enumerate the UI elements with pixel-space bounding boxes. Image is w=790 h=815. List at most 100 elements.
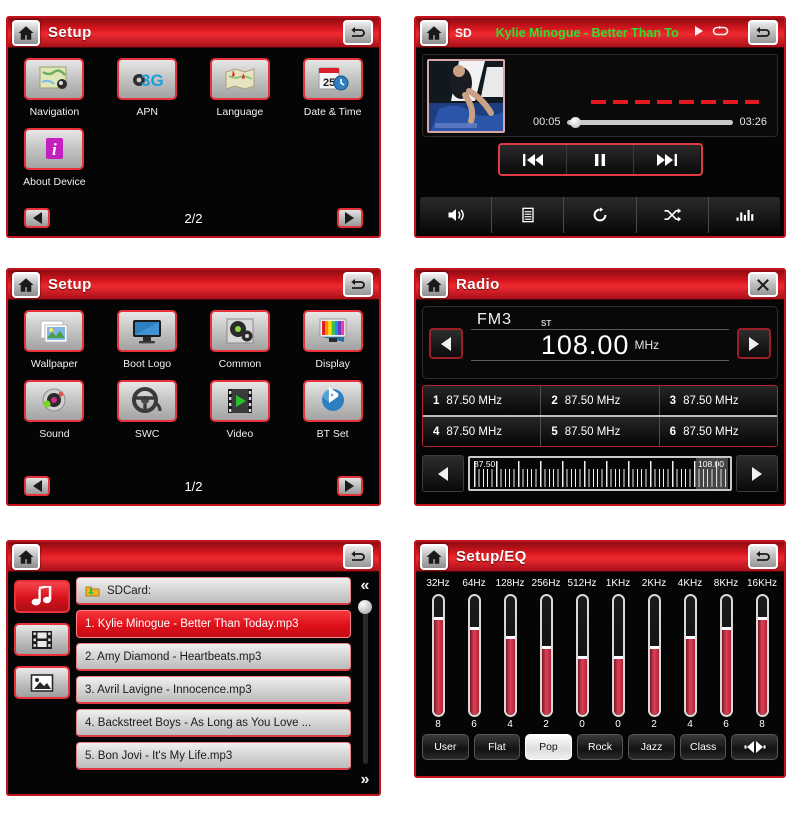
eq-preset-jazz[interactable]: Jazz bbox=[628, 734, 675, 760]
scale-min-label: 87.50 bbox=[474, 459, 496, 469]
tuning-scale[interactable]: 87.50 108.00 bbox=[468, 456, 732, 491]
scale-next-button[interactable] bbox=[736, 455, 778, 492]
video-tab[interactable] bbox=[14, 623, 70, 656]
prev-page-button[interactable] bbox=[24, 476, 50, 496]
volume-button[interactable] bbox=[420, 197, 493, 233]
preset-button-1[interactable]: 1 87.50 MHz bbox=[423, 386, 542, 415]
setup-item-boot-logo[interactable]: Boot Logo bbox=[101, 310, 194, 380]
calendar-clock-icon: 25 bbox=[302, 58, 363, 100]
playlist-button[interactable] bbox=[492, 197, 565, 233]
home-button[interactable] bbox=[420, 19, 448, 46]
photo-tab[interactable] bbox=[14, 666, 70, 699]
setup-item-wallpaper[interactable]: Wallpaper bbox=[8, 310, 101, 380]
back-button[interactable] bbox=[748, 544, 778, 569]
band-value: 6 bbox=[723, 719, 729, 730]
setup-item-about-device[interactable]: i About Device bbox=[8, 128, 101, 198]
band-slider-7[interactable] bbox=[672, 594, 708, 717]
scroll-down-button[interactable]: » bbox=[361, 772, 370, 788]
mute-button[interactable] bbox=[731, 734, 779, 760]
eq-preset-class[interactable]: Class bbox=[679, 734, 727, 760]
slider-track[interactable] bbox=[755, 594, 769, 717]
home-button[interactable] bbox=[12, 19, 40, 46]
shuffle-button[interactable] bbox=[636, 197, 709, 233]
setup-item-display[interactable]: Display bbox=[286, 310, 379, 380]
band-slider-4[interactable] bbox=[564, 594, 600, 717]
preset-button-3[interactable]: 3 87.50 MHz bbox=[659, 386, 777, 415]
slider-track[interactable] bbox=[539, 594, 553, 717]
scrollbar[interactable]: « » bbox=[351, 572, 379, 794]
list-item[interactable]: 5. Bon Jovi - It's My Life.mp3 bbox=[76, 742, 351, 770]
slider-track[interactable] bbox=[431, 594, 445, 717]
setup-item-swc[interactable]: SWC bbox=[101, 380, 194, 450]
list-item[interactable]: 2. Amy Diamond - Heartbeats.mp3 bbox=[76, 643, 351, 671]
band-slider-5[interactable] bbox=[600, 594, 636, 717]
band-slider-2[interactable] bbox=[492, 594, 528, 717]
tune-up-button[interactable] bbox=[737, 328, 771, 359]
equalizer-button[interactable] bbox=[708, 197, 780, 233]
setup-item-common[interactable]: Common bbox=[194, 310, 287, 380]
back-button[interactable] bbox=[343, 20, 373, 45]
seek-thumb[interactable] bbox=[569, 116, 581, 128]
list-item[interactable]: 3. Avril Lavigne - Innocence.mp3 bbox=[76, 676, 351, 704]
list-item[interactable]: 1. Kylie Minogue - Better Than Today.mp3 bbox=[76, 610, 351, 638]
home-button[interactable] bbox=[420, 271, 448, 298]
home-button[interactable] bbox=[12, 543, 40, 570]
scroll-up-button[interactable]: « bbox=[361, 578, 370, 594]
band-slider-0[interactable] bbox=[420, 594, 456, 717]
slider-track[interactable] bbox=[503, 594, 517, 717]
wallpaper-icon bbox=[24, 310, 85, 352]
close-button[interactable] bbox=[748, 272, 778, 297]
setup-item-sound[interactable]: Sound bbox=[8, 380, 101, 450]
scale-prev-button[interactable] bbox=[422, 455, 464, 492]
slider-track[interactable] bbox=[647, 594, 661, 717]
preset-button-4[interactable]: 4 87.50 MHz bbox=[423, 417, 542, 446]
tune-down-button[interactable] bbox=[429, 328, 463, 359]
setup-item-video[interactable]: Video bbox=[194, 380, 287, 450]
back-button[interactable] bbox=[748, 20, 778, 45]
setup-item-language[interactable]: Language bbox=[194, 58, 287, 128]
eq-preset-flat[interactable]: Flat bbox=[473, 734, 521, 760]
titlebar: SD Kylie Minogue - Better Than To bbox=[416, 18, 784, 48]
preset-button-2[interactable]: 2 87.50 MHz bbox=[541, 386, 660, 415]
list-item[interactable]: 4. Backstreet Boys - As Long as You Love… bbox=[76, 709, 351, 737]
pause-button[interactable] bbox=[566, 145, 635, 174]
setup-item-bt-set[interactable]: BT Set bbox=[286, 380, 379, 450]
setup-item-apn[interactable]: 3G APN bbox=[101, 58, 194, 128]
home-button[interactable] bbox=[420, 543, 448, 570]
eq-preset-pop[interactable]: Pop bbox=[525, 734, 572, 760]
path-row[interactable]: SDCard: bbox=[76, 577, 351, 605]
setup-item-label: About Device bbox=[23, 176, 86, 188]
scrollbar-thumb[interactable] bbox=[358, 600, 372, 614]
slider-track[interactable] bbox=[683, 594, 697, 717]
setup-item-navigation[interactable]: Navigation bbox=[8, 58, 101, 128]
band-slider-9[interactable] bbox=[744, 594, 780, 717]
home-button[interactable] bbox=[12, 271, 40, 298]
eq-preset-rock[interactable]: Rock bbox=[576, 734, 624, 760]
setup-item-datetime[interactable]: 25 Date & Time bbox=[286, 58, 379, 128]
previous-track-button[interactable] bbox=[499, 145, 567, 174]
band-slider-3[interactable] bbox=[528, 594, 564, 717]
next-track-button[interactable] bbox=[634, 145, 701, 174]
band-slider-8[interactable] bbox=[708, 594, 744, 717]
band-slider-6[interactable] bbox=[636, 594, 672, 717]
stereo-indicator: ST bbox=[541, 319, 552, 328]
preset-button-6[interactable]: 6 87.50 MHz bbox=[659, 417, 777, 446]
music-tab[interactable] bbox=[14, 580, 70, 613]
slider-track[interactable] bbox=[467, 594, 481, 717]
next-page-button[interactable] bbox=[336, 208, 363, 228]
repeat-button[interactable] bbox=[564, 197, 637, 233]
slider-track[interactable] bbox=[719, 594, 733, 717]
eq-preset-user[interactable]: User bbox=[422, 734, 469, 760]
back-button[interactable] bbox=[343, 272, 373, 297]
slider-track[interactable] bbox=[611, 594, 625, 717]
band-slider-1[interactable] bbox=[456, 594, 492, 717]
back-button[interactable] bbox=[343, 544, 373, 569]
prev-page-button[interactable] bbox=[24, 208, 50, 228]
seek-bar[interactable] bbox=[566, 116, 734, 128]
scrollbar-track[interactable] bbox=[362, 602, 368, 764]
next-page-button[interactable] bbox=[336, 476, 363, 496]
preset-button-5[interactable]: 5 87.50 MHz bbox=[541, 417, 660, 446]
preset-row: 4 87.50 MHz 5 87.50 MHz 6 87.50 MHz bbox=[423, 417, 777, 446]
preset-index: 4 bbox=[433, 425, 440, 438]
slider-track[interactable] bbox=[575, 594, 589, 717]
